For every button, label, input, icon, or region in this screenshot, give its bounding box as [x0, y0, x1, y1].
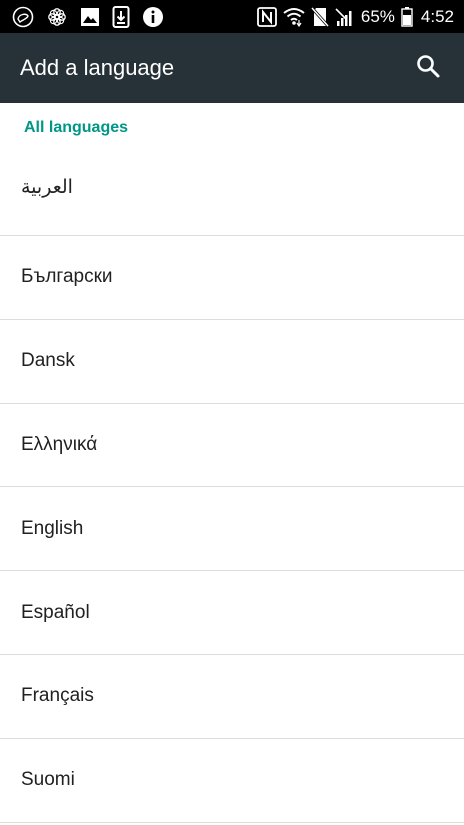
status-bar-left	[12, 5, 176, 28]
language-item-french[interactable]: Français	[0, 655, 464, 739]
section-header: All languages	[24, 119, 129, 136]
language-list-container: All languages العربية Български Dansk Ελ…	[0, 103, 464, 825]
no-sim-icon	[310, 6, 329, 27]
language-label: العربية	[21, 176, 73, 198]
language-label: Français	[21, 685, 94, 707]
language-item-finnish[interactable]: Suomi	[0, 739, 464, 823]
language-label: Български	[21, 266, 113, 288]
clock: 4:52	[420, 6, 454, 26]
language-list: العربية Български Dansk Ελληνικά English…	[0, 153, 464, 823]
search-icon	[415, 53, 441, 84]
download-icon	[112, 5, 130, 28]
status-bar: 65% 4:52	[0, 0, 464, 33]
no-signal-icon	[335, 7, 355, 27]
wifi-icon	[283, 7, 305, 27]
nfc-icon	[256, 6, 277, 27]
language-label: Ελληνικά	[21, 433, 98, 455]
flower-icon	[46, 6, 68, 28]
language-label: Suomi	[21, 769, 75, 791]
status-bar-right: 65% 4:52	[251, 6, 454, 27]
language-item-spanish[interactable]: Español	[0, 571, 464, 655]
language-label: Español	[21, 601, 90, 623]
page-title: Add a language	[20, 55, 175, 80]
language-item-arabic[interactable]: العربية	[0, 153, 464, 236]
language-item-english[interactable]: English	[0, 487, 464, 572]
messenger-icon	[12, 6, 34, 28]
language-label: Dansk	[21, 350, 75, 372]
search-button[interactable]	[408, 48, 448, 88]
battery-icon	[401, 6, 413, 27]
gallery-icon	[80, 7, 100, 27]
info-icon	[142, 6, 164, 28]
language-item-danish[interactable]: Dansk	[0, 320, 464, 404]
app-bar: Add a language	[0, 33, 464, 103]
language-label: English	[21, 517, 84, 539]
battery-percent: 65%	[360, 6, 395, 26]
language-item-bulgarian[interactable]: Български	[0, 236, 464, 320]
language-item-greek[interactable]: Ελληνικά	[0, 404, 464, 488]
